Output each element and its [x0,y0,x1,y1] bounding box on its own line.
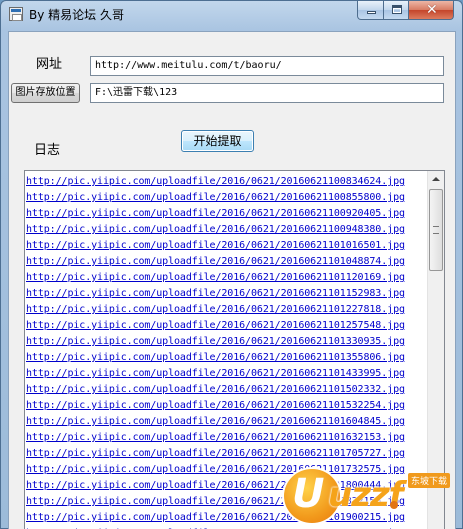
log-line[interactable]: http://pic.yiipic.com/uploadfile/2016/06… [26,206,424,222]
log-line[interactable]: http://pic.yiipic.com/uploadfile/2016/06… [26,318,424,334]
close-button[interactable]: ✕ [408,1,454,20]
log-line[interactable]: http://pic.yiipic.com/uploadfile/2016/06… [26,190,424,206]
log-line[interactable]: http://pic.yiipic.com/uploadfile/2016/06… [26,238,424,254]
watermark-tagline: 东坡下载 [408,473,451,488]
log-line[interactable]: http://pic.yiipic.com/uploadfile/2016/06… [26,174,424,190]
minimize-icon [367,11,376,14]
log-label: 日志 [34,143,61,158]
watermark-dot [390,501,398,509]
watermark-brand: uzzf [328,475,404,515]
log-line[interactable]: http://pic.yiipic.com/uploadfile/2016/06… [26,350,424,366]
log-line[interactable]: http://pic.yiipic.com/uploadfile/2016/06… [26,382,424,398]
window-title: By 精易论坛 久哥 [29,8,124,22]
scroll-up-arrow-icon[interactable] [428,171,444,188]
maximize-button[interactable] [383,1,409,20]
title-bar[interactable]: By 精易论坛 久哥 ✕ [1,1,462,27]
log-line[interactable]: http://pic.yiipic.com/uploadfile/2016/06… [26,398,424,414]
image-folder-button[interactable]: 图片存放位置 [11,83,80,103]
minimize-button[interactable] [357,1,384,20]
log-line[interactable]: http://pic.yiipic.com/uploadfile/2016/06… [26,446,424,462]
app-window: By 精易论坛 久哥 ✕ 网址 http://www.meitulu.com/t… [0,0,463,529]
form-client-area: 网址 http://www.meitulu.com/t/baoru/ 图片存放位… [8,31,456,529]
url-label: 网址 [36,57,63,72]
start-extract-button[interactable]: 开始提取 [181,130,254,152]
log-line[interactable]: http://pic.yiipic.com/uploadfile/2016/06… [26,254,424,270]
log-line[interactable]: http://pic.yiipic.com/uploadfile/2016/06… [26,366,424,382]
url-input[interactable]: http://www.meitulu.com/t/baoru/ [90,56,444,76]
close-icon: ✕ [426,2,438,18]
app-window-icon[interactable] [9,7,23,21]
log-line[interactable]: http://pic.yiipic.com/uploadfile/2016/06… [26,222,424,238]
log-line[interactable]: http://pic.yiipic.com/uploadfile/2016/06… [26,430,424,446]
log-line[interactable]: http://pic.yiipic.com/uploadfile/2016/06… [26,334,424,350]
uzzf-watermark: U uzzf 东坡下载 [282,467,460,527]
log-line[interactable]: http://pic.yiipic.com/uploadfile/2016/06… [26,286,424,302]
log-line[interactable]: http://pic.yiipic.com/uploadfile/2016/06… [26,302,424,318]
scroll-thumb[interactable] [429,189,443,271]
log-line[interactable]: http://pic.yiipic.com/uploadfile/2016/06… [26,414,424,430]
folder-path-input[interactable]: F:\迅雷下载\123 [90,83,444,103]
log-line[interactable]: http://pic.yiipic.com/uploadfile/2016/06… [26,270,424,286]
maximize-icon [392,5,402,14]
